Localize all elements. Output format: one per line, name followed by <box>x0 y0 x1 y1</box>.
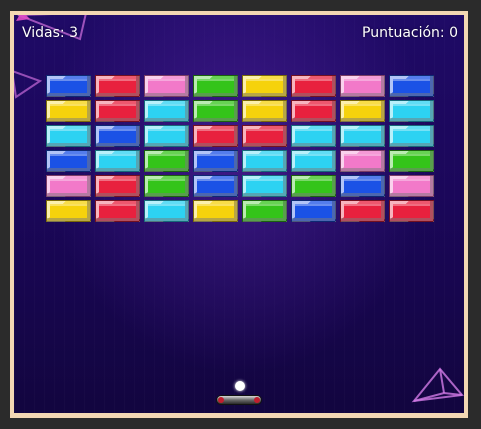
brick-cyan <box>291 150 336 172</box>
brick-cyan <box>242 175 287 197</box>
brick-cyan <box>46 125 91 147</box>
brick-cyan <box>340 125 385 147</box>
brick-yellow <box>242 75 287 97</box>
brick-yellow <box>340 100 385 122</box>
brick-red <box>291 75 336 97</box>
brick-green <box>389 150 434 172</box>
brick-red <box>389 200 434 222</box>
brick-green <box>193 75 238 97</box>
brick-blue <box>46 150 91 172</box>
brick-blue <box>389 75 434 97</box>
score-counter: Puntuación: 0 <box>362 25 458 41</box>
brick-cyan <box>291 125 336 147</box>
brick-red <box>95 75 140 97</box>
brick-cyan <box>389 100 434 122</box>
playfield[interactable]: Vidas: 3 Puntuación: 0 <box>14 15 464 413</box>
brick-green <box>144 150 189 172</box>
game-frame: Vidas: 3 Puntuación: 0 <box>10 11 468 418</box>
brick-blue <box>46 75 91 97</box>
brick-green <box>193 100 238 122</box>
brick-cyan <box>389 125 434 147</box>
brick-red <box>340 200 385 222</box>
brick-yellow <box>46 200 91 222</box>
brick-blue <box>95 125 140 147</box>
brick-cyan <box>144 100 189 122</box>
lives-counter: Vidas: 3 <box>22 25 78 41</box>
brick-red <box>95 175 140 197</box>
brick-cyan <box>144 200 189 222</box>
brick-blue <box>291 200 336 222</box>
brick-yellow <box>242 100 287 122</box>
brick-pink <box>389 175 434 197</box>
brick-red <box>95 100 140 122</box>
ball <box>235 381 245 391</box>
brick-red <box>95 200 140 222</box>
brick-blue <box>193 175 238 197</box>
brick-pink <box>144 75 189 97</box>
brick-red <box>242 125 287 147</box>
brick-blue <box>340 175 385 197</box>
brick-cyan <box>95 150 140 172</box>
brick-yellow <box>46 100 91 122</box>
brick-cyan <box>144 125 189 147</box>
brick-yellow <box>193 200 238 222</box>
brick-blue <box>193 150 238 172</box>
brick-cyan <box>242 150 287 172</box>
paddle[interactable] <box>216 395 262 405</box>
brick-pink <box>340 150 385 172</box>
brick-grid <box>46 75 438 222</box>
brick-pink <box>340 75 385 97</box>
neon-pyramid-bottom-right-icon <box>411 367 464 403</box>
brick-green <box>242 200 287 222</box>
brick-green <box>144 175 189 197</box>
brick-green <box>291 175 336 197</box>
brick-pink <box>46 175 91 197</box>
brick-red <box>193 125 238 147</box>
neon-triangle-left-icon <box>14 70 43 99</box>
brick-red <box>291 100 336 122</box>
